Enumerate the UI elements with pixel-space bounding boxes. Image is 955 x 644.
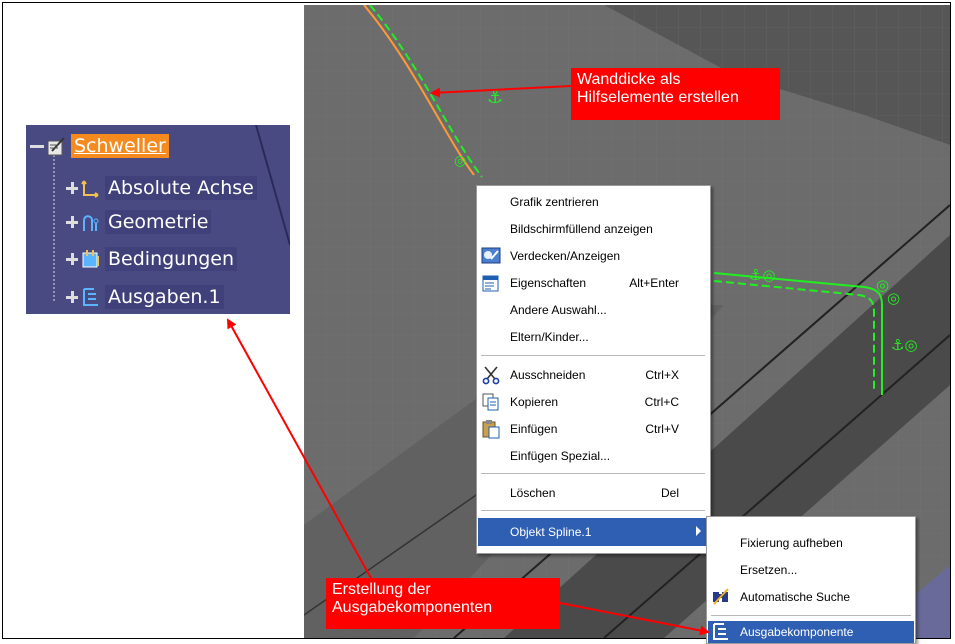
- axis-system-icon: [80, 177, 102, 199]
- menu-item-shortcut: Ctrl+X: [645, 368, 679, 382]
- svg-text:⚓◎: ⚓◎: [891, 336, 918, 354]
- menu-item-label: Ausschneiden: [510, 368, 586, 382]
- menu-item-label: Ausgabekomponente: [740, 625, 854, 639]
- menu-item-fullscreen[interactable]: Bildschirmfüllend anzeigen: [478, 216, 709, 242]
- expand-icon[interactable]: [66, 253, 78, 265]
- menu-item-label: Bildschirmfüllend anzeigen: [510, 222, 653, 236]
- menu-item-other-selection[interactable]: Andere Auswahl...: [478, 297, 709, 323]
- menu-item-label: Eltern/Kinder...: [510, 330, 589, 344]
- callout-wall-thickness: Wanddicke als Hilfselemente erstellen: [571, 68, 780, 120]
- object-submenu: Fixierung aufheben Ersetzen... Automatis…: [706, 516, 916, 644]
- menu-item-shortcut: Alt+Enter: [629, 276, 679, 290]
- menu-item-label: Grafik zentrieren: [510, 195, 599, 209]
- menu-item-properties[interactable]: Eigenschaften Alt+Enter: [478, 270, 709, 296]
- menu-item-object-spline[interactable]: Objekt Spline.1: [478, 518, 709, 546]
- tree-node-geometry[interactable]: Geometrie: [66, 209, 212, 235]
- submenu-item-auto-search[interactable]: Automatische Suche: [708, 584, 914, 610]
- properties-icon: [482, 275, 499, 292]
- menu-item-label: Ersetzen...: [740, 563, 798, 577]
- expand-icon[interactable]: [66, 182, 78, 194]
- callout-text: Wanddicke als: [577, 71, 681, 88]
- submenu-item-replace[interactable]: Ersetzen...: [708, 557, 914, 583]
- callout-output-components: Erstellung der Ausgabekomponenten: [326, 578, 560, 629]
- copy-icon: [482, 393, 499, 411]
- menu-item-label: Eigenschaften: [510, 276, 587, 290]
- menu-item-label: Kopieren: [510, 395, 559, 409]
- outputs-icon: [713, 623, 728, 640]
- submenu-item-output-component[interactable]: Ausgabekomponente: [708, 621, 914, 643]
- menu-separator: [481, 510, 705, 511]
- submenu-arrow-icon: [696, 526, 701, 536]
- menu-item-label: Löschen: [510, 486, 556, 500]
- menu-item-delete[interactable]: Löschen Del: [478, 480, 709, 506]
- menu-item-label: Einfügen Spezial...: [510, 449, 611, 463]
- tree-item-label[interactable]: Absolute Achse: [105, 176, 257, 200]
- tree-item-label[interactable]: Bedingungen: [105, 247, 238, 271]
- outputs-icon: [80, 286, 102, 308]
- svg-text:⚓◎: ⚓◎: [749, 266, 776, 284]
- svg-text:⚓: ⚓: [487, 87, 503, 108]
- geometry-icon: [80, 211, 102, 233]
- specification-tree: Schweller Absolute Achse Geometrie Bedin…: [26, 125, 290, 314]
- tree-node-outputs[interactable]: Ausgaben.1: [66, 284, 224, 310]
- callout-text: Erstellung der: [332, 581, 431, 598]
- context-menu: Grafik zentrieren Bildschirmfüllend anze…: [476, 185, 711, 554]
- tree-item-label[interactable]: Geometrie: [105, 210, 212, 234]
- constraints-icon: [80, 248, 102, 270]
- menu-item-center-graphic[interactable]: Grafik zentrieren: [478, 189, 709, 215]
- expand-icon[interactable]: [66, 291, 78, 303]
- tree-node-constraints[interactable]: Bedingungen: [66, 246, 238, 272]
- menu-item-shortcut: Ctrl+V: [645, 422, 679, 436]
- hide-show-icon: [481, 247, 501, 264]
- tree-item-label[interactable]: Ausgaben.1: [105, 285, 224, 309]
- collapse-icon[interactable]: [30, 144, 44, 148]
- menu-item-parents-children[interactable]: Eltern/Kinder...: [478, 324, 709, 350]
- menu-item-paste-special[interactable]: Einfügen Spezial...: [478, 443, 709, 469]
- tree-node-root[interactable]: Schweller: [30, 133, 169, 159]
- menu-item-copy[interactable]: Kopieren Ctrl+C: [478, 389, 709, 415]
- submenu-item-unfix[interactable]: Fixierung aufheben: [708, 530, 914, 556]
- menu-item-label: Verdecken/Anzeigen: [510, 249, 621, 263]
- paste-icon: [482, 420, 500, 439]
- callout-text: Hilfselemente erstellen: [577, 89, 739, 106]
- menu-item-shortcut: Del: [660, 486, 679, 500]
- menu-item-label: Andere Auswahl...: [510, 303, 607, 317]
- menu-item-paste[interactable]: Einfügen Ctrl+V: [478, 416, 709, 442]
- part-icon: [46, 135, 68, 157]
- menu-item-label: Fixierung aufheben: [740, 536, 843, 550]
- binoculars-icon: [713, 588, 729, 605]
- menu-item-hide-show[interactable]: Verdecken/Anzeigen: [478, 243, 709, 269]
- callout-text: Ausgabekomponenten: [332, 599, 493, 616]
- menu-item-shortcut: Ctrl+C: [644, 395, 679, 409]
- menu-separator: [481, 473, 705, 474]
- menu-separator: [481, 355, 705, 356]
- svg-text:◎: ◎: [887, 289, 900, 307]
- menu-item-cut[interactable]: Ausschneiden Ctrl+X: [478, 362, 709, 388]
- tree-node-absolute-axis[interactable]: Absolute Achse: [66, 175, 257, 201]
- scissors-icon: [482, 366, 500, 385]
- menu-item-label: Einfügen: [510, 422, 558, 436]
- menu-item-label: Objekt Spline.1: [510, 525, 592, 539]
- menu-item-label: Automatische Suche: [740, 590, 851, 604]
- expand-icon[interactable]: [66, 216, 78, 228]
- tree-root-label[interactable]: Schweller: [71, 134, 169, 158]
- svg-text:◎: ◎: [454, 153, 466, 169]
- menu-separator: [711, 615, 911, 616]
